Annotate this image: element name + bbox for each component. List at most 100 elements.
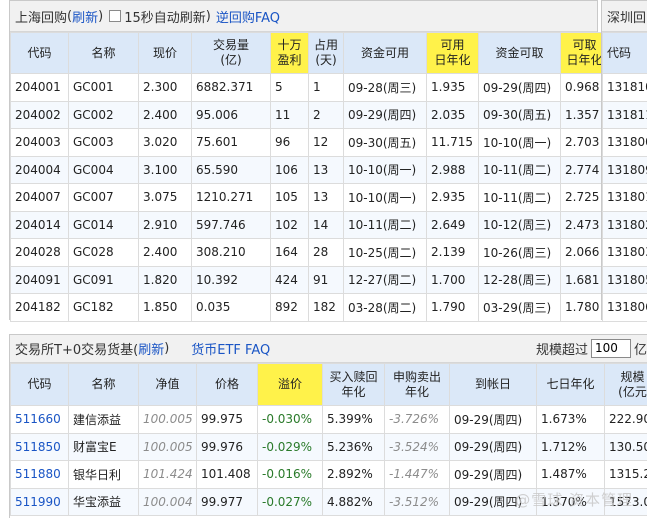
table-row[interactable]: 511880 银华日利 101.424 101.408 -0.016% 2.892% -1.… [10, 460, 647, 489]
volume-header[interactable]: 交易量 (亿) [191, 32, 271, 74]
arrival-date-header[interactable]: 到帐日 [449, 363, 537, 406]
scale-cell: 1573.04 [604, 487, 647, 516]
nav-header[interactable]: 净值 [138, 363, 197, 406]
scale-filter: 规模超过 100 亿元 [536, 339, 647, 358]
available-annualized-header[interactable]: 可用 日年化 [426, 32, 479, 74]
table-row[interactable]: 204091 GC091 1.820 10.392 424 91 12-27(周二) 1.70… [10, 265, 609, 294]
premium-header[interactable]: 溢价 [257, 363, 323, 406]
fund-code-cell[interactable]: 511880 [10, 460, 69, 489]
buy-redeem-annualized-cell: 2.892% [322, 460, 385, 489]
available-annualized-cell: 2.139 [426, 238, 479, 267]
t0-fund-panel: 交易所T+0交易货基(刷新) 货币ETF FAQ 规模超过 100 亿元 代码名… [9, 334, 647, 518]
days-cell: 182 [308, 293, 344, 322]
table-row[interactable]: 131801 [602, 183, 647, 212]
panel-title: 上海回购 [15, 10, 68, 26]
reverse-repo-faq-link[interactable]: 逆回购FAQ [216, 7, 280, 26]
code-cell: 204014 [10, 210, 69, 239]
etf-faq-link[interactable]: 货币ETF FAQ [191, 339, 270, 358]
table-row[interactable]: 131803 [602, 238, 647, 267]
fund-code-cell[interactable]: 511660 [10, 405, 69, 434]
shenzhen-repo-panel: 深圳回 代码 131810131811131800131809131801131… [601, 0, 647, 322]
volume-cell: 597.746 [191, 210, 271, 239]
table-row[interactable]: 204007 GC007 3.075 1210.271 105 13 10-10(周一) 2.… [10, 183, 609, 212]
table-row[interactable]: 131802 [602, 210, 647, 239]
available-annualized-cell: 2.988 [426, 155, 479, 184]
volume-cell: 75.601 [191, 128, 271, 157]
auto-refresh-checkbox[interactable] [109, 10, 122, 22]
name-cell: GC014 [68, 210, 139, 239]
available-annualized-cell: 2.935 [426, 183, 479, 212]
price-cell: 3.075 [138, 183, 192, 212]
table-row[interactable]: 131806 [602, 293, 647, 322]
t0-fund-header: 交易所T+0交易货基(刷新) 货币ETF FAQ 规模超过 100 亿元 [10, 335, 647, 363]
nav-cell: 101.424 [138, 460, 197, 489]
price-cell: 2.400 [138, 100, 192, 129]
table-row[interactable]: 131811 [602, 100, 647, 129]
scale-input[interactable]: 100 [590, 339, 631, 358]
table-row[interactable]: 131810 [602, 73, 647, 102]
fund-available-cell: 03-28(周二) [343, 293, 427, 322]
table-row[interactable]: 204002 GC002 2.400 95.006 11 2 09-29(周四) 2.035 0… [10, 100, 609, 129]
code-header[interactable]: 代码 [10, 32, 69, 74]
shenzhen-code-cell: 131805 [602, 265, 647, 294]
subscribe-sell-annualized-header[interactable]: 申购卖出 年化 [384, 363, 450, 406]
volume-cell: 308.210 [191, 238, 271, 267]
refresh-link[interactable]: 刷新 [72, 7, 98, 26]
table-row[interactable]: 204003 GC003 3.020 75.601 96 12 09-30(周五) 11.71… [10, 128, 609, 157]
seven-day-annualized-cell: 1.712% [536, 432, 605, 461]
fund-name-cell: 华宝添益 [68, 487, 139, 516]
fund-withdrawable-cell: 09-29(周四) [478, 73, 561, 102]
fund-withdrawable-cell: 10-12(周三) [478, 210, 561, 239]
name-header[interactable]: 名称 [68, 32, 139, 74]
days-cell: 13 [308, 183, 344, 212]
profit-100k-cell: 424 [270, 265, 309, 294]
profit-100k-cell: 106 [270, 155, 309, 184]
fund-available-cell: 09-29(周四) [343, 100, 427, 129]
fund-available-cell: 12-27(周二) [343, 265, 427, 294]
table-row[interactable]: 511850 财富宝E 100.005 99.976 -0.029% 5.236% -3.5… [10, 432, 647, 461]
name-cell: GC002 [68, 100, 139, 129]
fund-name-header[interactable]: 名称 [68, 363, 139, 406]
arrival-date-cell: 09-29(周四) [449, 432, 537, 461]
fund-name-cell: 建信添益 [68, 405, 139, 434]
price-header[interactable]: 现价 [138, 32, 192, 74]
days-cell: 1 [308, 73, 344, 102]
fund-code-cell[interactable]: 511850 [10, 432, 69, 461]
profit-100k-cell: 164 [270, 238, 309, 267]
code-cell: 204028 [10, 238, 69, 267]
name-cell: GC003 [68, 128, 139, 157]
table-row[interactable]: 131800 [602, 128, 647, 157]
table-row[interactable]: 204014 GC014 2.910 597.746 102 14 10-11(周二) 2.6… [10, 210, 609, 239]
price-header[interactable]: 价格 [196, 363, 258, 406]
table-row[interactable]: 511660 建信添益 100.005 99.975 -0.030% 5.399% -3.7… [10, 405, 647, 434]
table-row[interactable]: 131809 [602, 155, 647, 184]
shenzhen-title: 深圳回 [607, 10, 647, 26]
fund-code-header[interactable]: 代码 [10, 363, 69, 406]
fund-withdrawable-cell: 03-29(周三) [478, 293, 561, 322]
profit-100k-header[interactable]: 十万 盈利 [270, 32, 309, 74]
price-cell: 2.300 [138, 73, 192, 102]
table-row[interactable]: 511990 华宝添益 100.004 99.977 -0.027% 4.882% -3.5… [10, 487, 647, 516]
days-cell: 12 [308, 128, 344, 157]
scale-header[interactable]: 规模 (亿元 [604, 363, 647, 406]
table-row[interactable]: 204001 GC001 2.300 6882.371 5 1 09-28(周三) 1.935… [10, 73, 609, 102]
table-row[interactable]: 204004 GC004 3.100 65.590 106 13 10-10(周一) 2.98… [10, 155, 609, 184]
premium-cell: -0.016% [257, 460, 323, 489]
price-cell: 3.020 [138, 128, 192, 157]
fund-code-cell[interactable]: 511990 [10, 487, 69, 516]
fund-withdrawable-header[interactable]: 资金可取 [478, 32, 561, 74]
table-row[interactable]: 204182 GC182 1.850 0.035 892 182 03-28(周二) 1.79… [10, 293, 609, 322]
buy-redeem-annualized-header[interactable]: 买入赎回 年化 [322, 363, 385, 406]
price-cell: 99.976 [196, 432, 258, 461]
shenzhen-code-cell: 131810 [602, 73, 647, 102]
fund-available-header[interactable]: 资金可用 [343, 32, 427, 74]
name-cell: GC091 [68, 265, 139, 294]
days-header[interactable]: 占用 (天) [308, 32, 344, 74]
table-row[interactable]: 131805 [602, 265, 647, 294]
nav-cell: 100.005 [138, 405, 197, 434]
t0-refresh-link[interactable]: 刷新 [138, 339, 164, 358]
fund-available-cell: 10-25(周二) [343, 238, 427, 267]
table-row[interactable]: 204028 GC028 2.400 308.210 164 28 10-25(周二) 2.1… [10, 238, 609, 267]
volume-cell: 1210.271 [191, 183, 271, 212]
seven-day-annualized-header[interactable]: 七日年化 [536, 363, 605, 406]
